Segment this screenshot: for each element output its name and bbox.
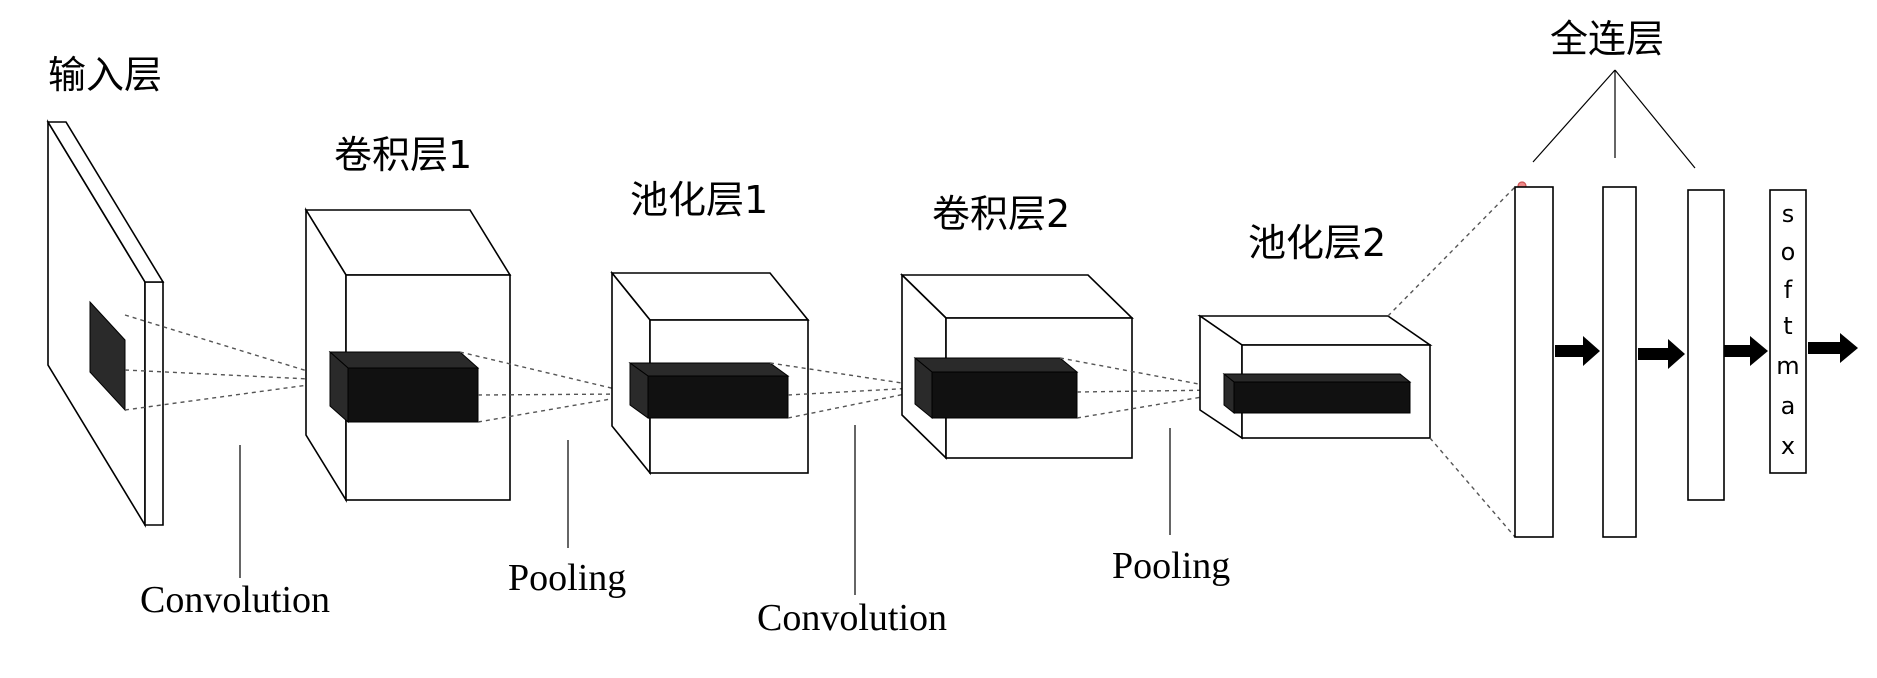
fc-label-connectors (1532, 69, 1696, 169)
fc-layer-bar-1 (1514, 186, 1554, 538)
arrow-right-icon (1724, 336, 1768, 366)
fc-layer-bar-3 (1687, 189, 1725, 501)
input-layer-title: 输入层 (48, 53, 162, 97)
pool-layer-1-box (610, 270, 810, 476)
conv-layer-1-title: 卷积层1 (334, 133, 472, 177)
arrow-right-icon (1808, 333, 1858, 363)
conv-layer-2-title: 卷积层2 (932, 192, 1070, 236)
pooling-label-2: Pooling (1112, 545, 1230, 587)
arrow-right-icon (1555, 336, 1600, 366)
cnn-architecture-diagram: s o f t m a x 输入层 卷积层1 池化层1 卷积层2 池化层2 全连… (46, 17, 1858, 639)
softmax-letter: s (1782, 200, 1795, 228)
convolution-label-2: Convolution (757, 597, 947, 639)
softmax-letter: f (1784, 276, 1793, 304)
softmax-letter: o (1781, 238, 1796, 266)
pool-layer-2-title: 池化层2 (1248, 221, 1386, 265)
softmax-letter: t (1783, 312, 1792, 340)
pool-layer-2-box (1197, 314, 1433, 440)
pooling-label-1: Pooling (508, 557, 626, 599)
softmax-letter: a (1781, 392, 1796, 420)
fc-layer-title: 全连层 (1550, 17, 1664, 61)
input-layer (46, 119, 165, 528)
arrow-right-icon (1638, 339, 1685, 369)
softmax-letter: m (1776, 352, 1799, 380)
fc-layers (1514, 186, 1807, 538)
conv-layer-2-box (900, 273, 1134, 460)
softmax-letter: x (1781, 432, 1795, 460)
convolution-label-1: Convolution (140, 579, 330, 621)
conv-layer-1-box (304, 207, 512, 503)
pool-layer-1-title: 池化层1 (630, 178, 768, 222)
fc-layer-bar-2 (1602, 186, 1637, 538)
